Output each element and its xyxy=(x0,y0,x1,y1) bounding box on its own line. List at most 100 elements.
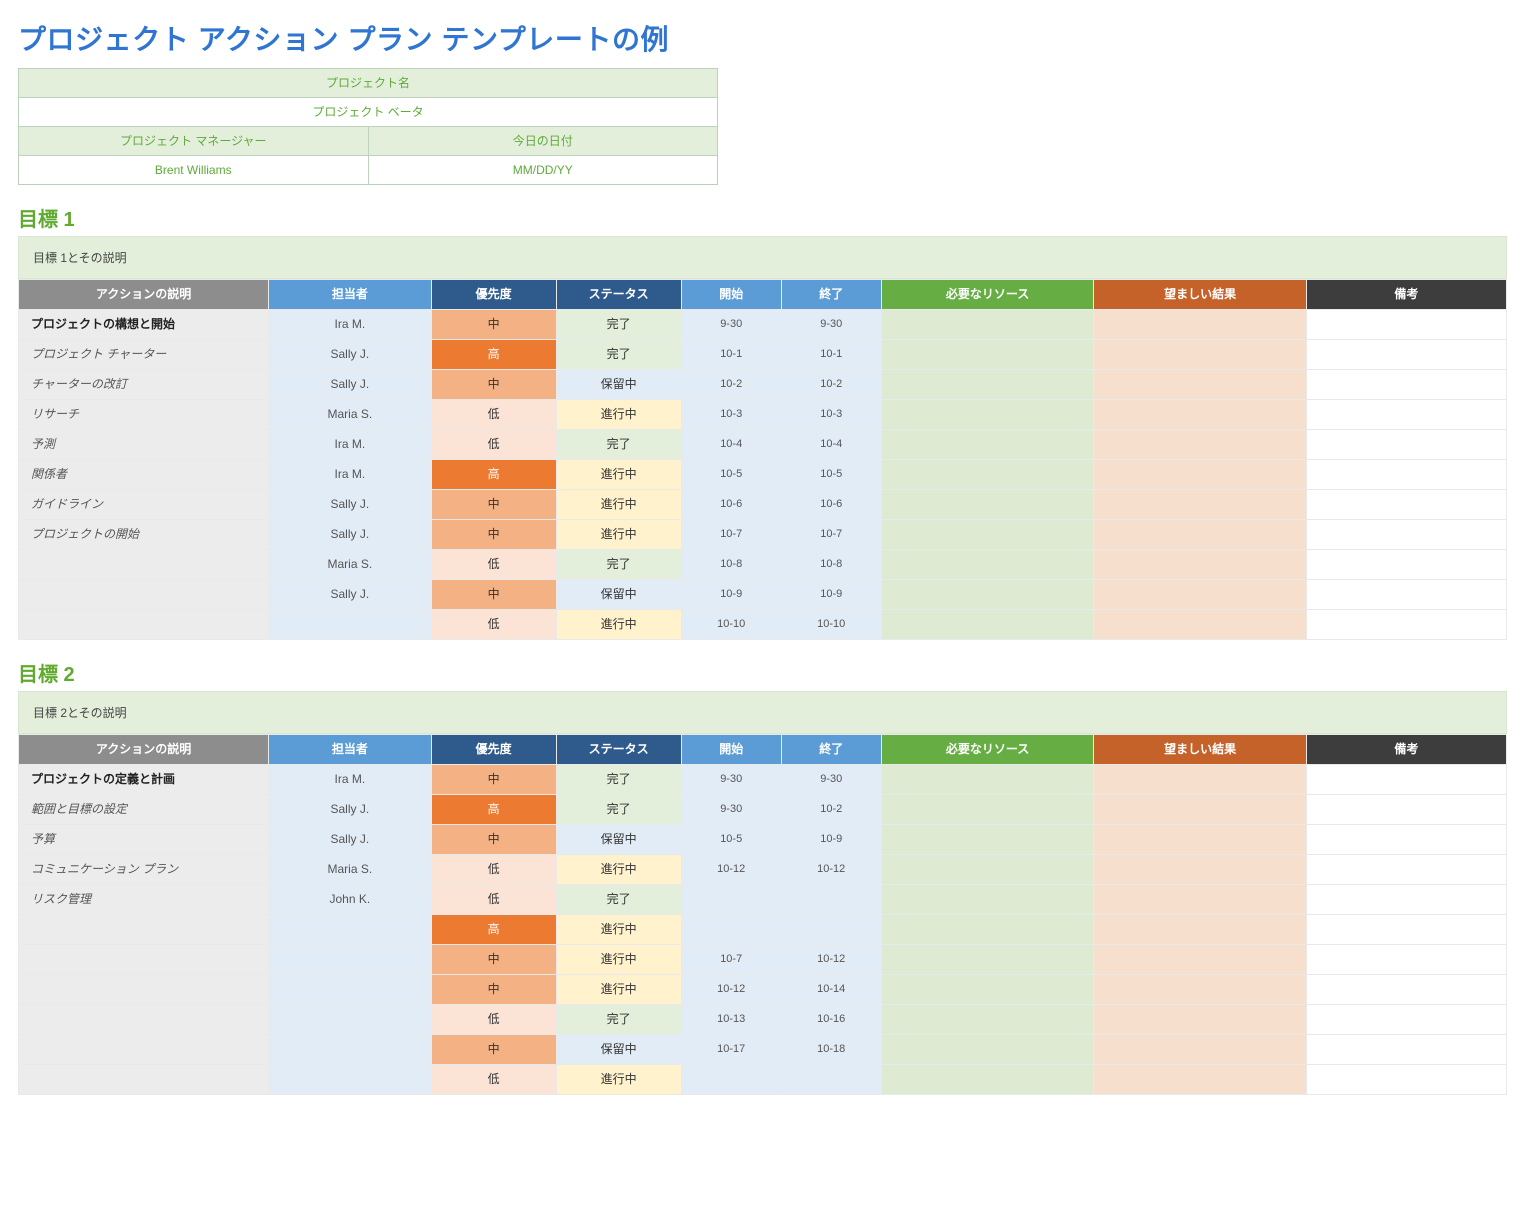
cell-start: 10-13 xyxy=(681,1005,781,1035)
cell-priority: 中 xyxy=(431,1035,556,1065)
cell-end: 10-9 xyxy=(781,580,881,610)
cell-start: 10-3 xyxy=(681,400,781,430)
cell-note xyxy=(1306,310,1506,340)
cell-note xyxy=(1306,460,1506,490)
cell-resource xyxy=(881,825,1094,855)
cell-owner: Sally J. xyxy=(269,370,432,400)
cell-resource xyxy=(881,765,1094,795)
cell-status: 完了 xyxy=(556,310,681,340)
table-row: 関係者Ira M.高進行中10-510-5 xyxy=(19,460,1507,490)
table-row: プロジェクトの構想と開始Ira M.中完了9-309-30 xyxy=(19,310,1507,340)
table-row: Maria S.低完了10-810-8 xyxy=(19,550,1507,580)
cell-action: ガイドライン xyxy=(19,490,269,520)
cell-action: 範囲と目標の設定 xyxy=(19,795,269,825)
cell-note xyxy=(1306,610,1506,640)
cell-result xyxy=(1094,945,1307,975)
cell-owner: Ira M. xyxy=(269,765,432,795)
cell-result xyxy=(1094,310,1307,340)
table-row: 低完了10-1310-16 xyxy=(19,1005,1507,1035)
cell-start xyxy=(681,915,781,945)
cell-end: 10-1 xyxy=(781,340,881,370)
cell-action: リサーチ xyxy=(19,400,269,430)
cell-owner: Sally J. xyxy=(269,795,432,825)
cell-start: 9-30 xyxy=(681,795,781,825)
cell-result xyxy=(1094,975,1307,1005)
cell-action xyxy=(19,580,269,610)
cell-note xyxy=(1306,855,1506,885)
meta-date-label: 今日の日付 xyxy=(368,127,718,156)
cell-priority: 中 xyxy=(431,490,556,520)
cell-result xyxy=(1094,855,1307,885)
cell-action: プロジェクト チャーター xyxy=(19,340,269,370)
cell-resource xyxy=(881,885,1094,915)
table-row: リスク管理John K.低完了 xyxy=(19,885,1507,915)
cell-resource xyxy=(881,855,1094,885)
cell-result xyxy=(1094,1005,1307,1035)
table-row: Sally J.中保留中10-910-9 xyxy=(19,580,1507,610)
header-note: 備考 xyxy=(1306,280,1506,310)
cell-owner xyxy=(269,1005,432,1035)
cell-priority: 低 xyxy=(431,1005,556,1035)
meta-manager-label: プロジェクト マネージャー xyxy=(19,127,369,156)
cell-result xyxy=(1094,370,1307,400)
cell-start: 10-5 xyxy=(681,460,781,490)
action-grid: アクションの説明担当者優先度ステータス開始終了必要なリソース望ましい結果備考プロ… xyxy=(18,279,1507,640)
table-row: 範囲と目標の設定Sally J.高完了9-3010-2 xyxy=(19,795,1507,825)
cell-status: 進行中 xyxy=(556,1065,681,1095)
cell-priority: 高 xyxy=(431,915,556,945)
cell-start: 10-12 xyxy=(681,855,781,885)
cell-result xyxy=(1094,825,1307,855)
cell-end: 10-10 xyxy=(781,610,881,640)
cell-resource xyxy=(881,310,1094,340)
header-resource: 必要なリソース xyxy=(881,280,1094,310)
cell-result xyxy=(1094,765,1307,795)
cell-start xyxy=(681,885,781,915)
cell-status: 完了 xyxy=(556,1005,681,1035)
cell-resource xyxy=(881,610,1094,640)
cell-action xyxy=(19,975,269,1005)
cell-action: リスク管理 xyxy=(19,885,269,915)
goal-heading: 目標 1 xyxy=(18,203,1507,232)
table-row: プロジェクト チャーターSally J.高完了10-110-1 xyxy=(19,340,1507,370)
cell-owner: Ira M. xyxy=(269,460,432,490)
cell-owner: Maria S. xyxy=(269,855,432,885)
cell-resource xyxy=(881,1005,1094,1035)
cell-end: 9-30 xyxy=(781,765,881,795)
table-row: 予測Ira M.低完了10-410-4 xyxy=(19,430,1507,460)
cell-status: 完了 xyxy=(556,340,681,370)
cell-start: 10-5 xyxy=(681,825,781,855)
cell-action xyxy=(19,550,269,580)
cell-priority: 中 xyxy=(431,520,556,550)
cell-owner: Sally J. xyxy=(269,520,432,550)
cell-action: プロジェクトの定義と計画 xyxy=(19,765,269,795)
cell-action: 予測 xyxy=(19,430,269,460)
meta-manager-value: Brent Williams xyxy=(19,156,369,185)
cell-end: 10-9 xyxy=(781,825,881,855)
cell-action xyxy=(19,1065,269,1095)
cell-note xyxy=(1306,975,1506,1005)
cell-resource xyxy=(881,490,1094,520)
cell-action: プロジェクトの構想と開始 xyxy=(19,310,269,340)
project-meta-box: プロジェクト名 プロジェクト ベータ プロジェクト マネージャー 今日の日付 B… xyxy=(18,68,718,185)
cell-resource xyxy=(881,460,1094,490)
grid-header: アクションの説明担当者優先度ステータス開始終了必要なリソース望ましい結果備考 xyxy=(19,280,1507,310)
cell-action xyxy=(19,1005,269,1035)
cell-status: 進行中 xyxy=(556,400,681,430)
cell-owner: Ira M. xyxy=(269,430,432,460)
goal-description: 目標 1とその説明 xyxy=(18,236,1507,279)
table-row: 予算Sally J.中保留中10-510-9 xyxy=(19,825,1507,855)
cell-note xyxy=(1306,580,1506,610)
cell-priority: 高 xyxy=(431,795,556,825)
header-resource: 必要なリソース xyxy=(881,735,1094,765)
cell-priority: 低 xyxy=(431,400,556,430)
cell-note xyxy=(1306,490,1506,520)
header-start: 開始 xyxy=(681,735,781,765)
cell-owner: Maria S. xyxy=(269,550,432,580)
header-end: 終了 xyxy=(781,280,881,310)
cell-end xyxy=(781,885,881,915)
cell-start: 10-10 xyxy=(681,610,781,640)
header-priority: 優先度 xyxy=(431,280,556,310)
cell-resource xyxy=(881,340,1094,370)
cell-owner: Sally J. xyxy=(269,490,432,520)
cell-status: 完了 xyxy=(556,885,681,915)
